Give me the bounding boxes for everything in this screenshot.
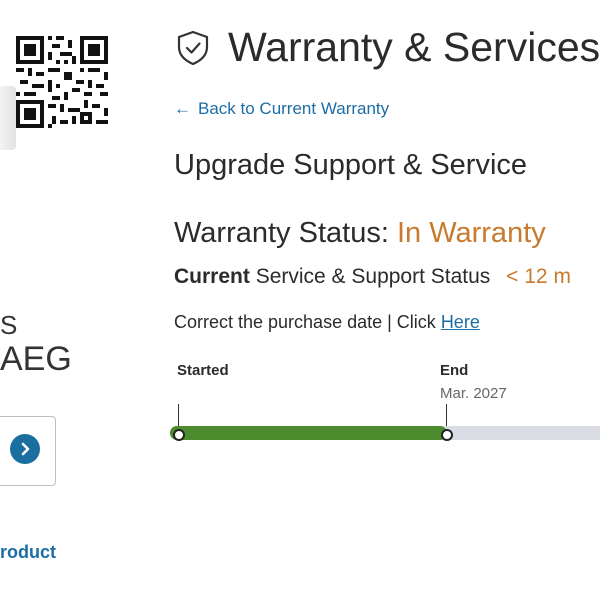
correct-purchase-date-text: Correct the purchase date | Click: [174, 312, 436, 332]
product-model-line-1: S: [0, 310, 18, 340]
go-button[interactable]: [10, 434, 40, 464]
warranty-timeline-progress: [170, 426, 447, 440]
product-model-line-2: AEG: [0, 340, 72, 378]
here-link[interactable]: Here: [441, 312, 480, 332]
shield-check-icon: [177, 30, 209, 66]
warranty-status: Warranty Status: In Warranty: [174, 217, 546, 250]
correct-purchase-date: Correct the purchase date | Click Here: [174, 312, 480, 333]
product-thumbnail: [0, 86, 16, 150]
page-title: Warranty & Services: [228, 24, 600, 70]
current-status-value: < 12 m: [506, 265, 571, 288]
current-bold-label: Current: [174, 265, 250, 288]
back-link-label: Back to Current Warranty: [198, 99, 390, 118]
timeline-end-dot: [441, 429, 453, 441]
current-status-label: Service & Support Status: [255, 265, 491, 288]
warranty-status-label: Warranty Status:: [174, 217, 389, 249]
timeline-start-dot: [173, 429, 185, 441]
qr-code: [16, 36, 108, 128]
warranty-status-value: In Warranty: [396, 217, 546, 249]
back-to-current-warranty-link[interactable]: ← Back to Current Warranty: [174, 99, 389, 119]
chevron-right-icon: [21, 442, 30, 456]
timeline-end-date: Mar. 2027: [440, 385, 507, 402]
section-title: Upgrade Support & Service: [174, 149, 528, 181]
product-link[interactable]: roduct: [0, 542, 56, 563]
timeline-end-label: End: [440, 362, 469, 379]
arrow-left-icon: ←: [174, 99, 191, 118]
current-service-status: Current Service & Support Status < 12 m: [174, 265, 571, 289]
timeline-start-label: Started: [177, 362, 229, 379]
